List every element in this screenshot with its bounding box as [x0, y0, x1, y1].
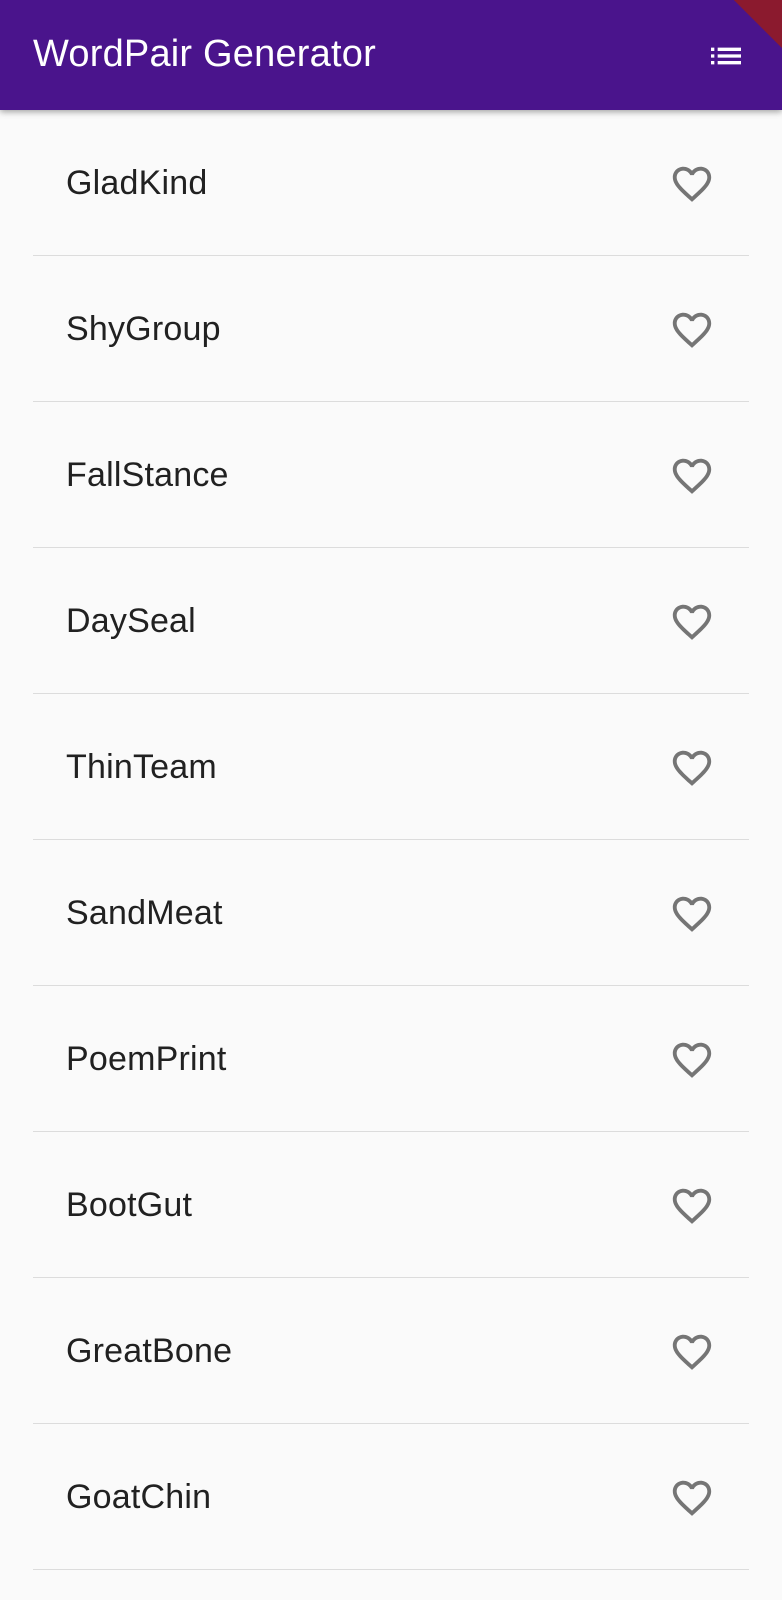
list-item[interactable]: GreatBone	[0, 1278, 782, 1424]
list-item[interactable]: ThinTeam	[0, 694, 782, 840]
debug-banner	[734, 0, 782, 48]
list-item[interactable]: BootGut	[0, 1132, 782, 1278]
heart-outline-icon[interactable]	[669, 453, 715, 499]
heart-outline-icon[interactable]	[669, 1183, 715, 1229]
word-pair-label: GreatBone	[66, 1332, 233, 1370]
word-pair-label: FallStance	[66, 456, 229, 494]
word-pair-label: BootGut	[66, 1186, 193, 1224]
list-item[interactable]: GoatChin	[0, 1424, 782, 1570]
list-item[interactable]: ShyGroup	[0, 256, 782, 402]
word-pair-label: PoemPrint	[66, 1040, 227, 1078]
heart-outline-icon[interactable]	[669, 891, 715, 937]
heart-outline-icon[interactable]	[669, 599, 715, 645]
word-pair-label: DaySeal	[66, 602, 196, 640]
heart-outline-icon[interactable]	[669, 1037, 715, 1083]
heart-outline-icon[interactable]	[669, 745, 715, 791]
list-item[interactable]: DaySeal	[0, 548, 782, 694]
word-pair-label: ThinTeam	[66, 748, 217, 786]
heart-outline-icon[interactable]	[669, 1329, 715, 1375]
app-screen: WordPair Generator GladKind ShyGroup FallS…	[0, 0, 782, 1600]
heart-outline-icon[interactable]	[669, 161, 715, 207]
list-divider	[33, 1569, 749, 1570]
word-pair-list: GladKind ShyGroup FallStance DaySeal ThinTea…	[0, 110, 782, 1570]
word-pair-label: GoatChin	[66, 1478, 212, 1516]
app-bar: WordPair Generator	[0, 0, 782, 110]
list-item[interactable]: FallStance	[0, 402, 782, 548]
heart-outline-icon[interactable]	[669, 307, 715, 353]
heart-outline-icon[interactable]	[669, 1475, 715, 1521]
word-pair-label: SandMeat	[66, 894, 223, 932]
list-item[interactable]: SandMeat	[0, 840, 782, 986]
list-item[interactable]: GladKind	[0, 110, 782, 256]
word-pair-label: ShyGroup	[66, 310, 221, 348]
list-item[interactable]: PoemPrint	[0, 986, 782, 1132]
app-title: WordPair Generator	[33, 33, 376, 75]
word-pair-label: GladKind	[66, 164, 208, 202]
